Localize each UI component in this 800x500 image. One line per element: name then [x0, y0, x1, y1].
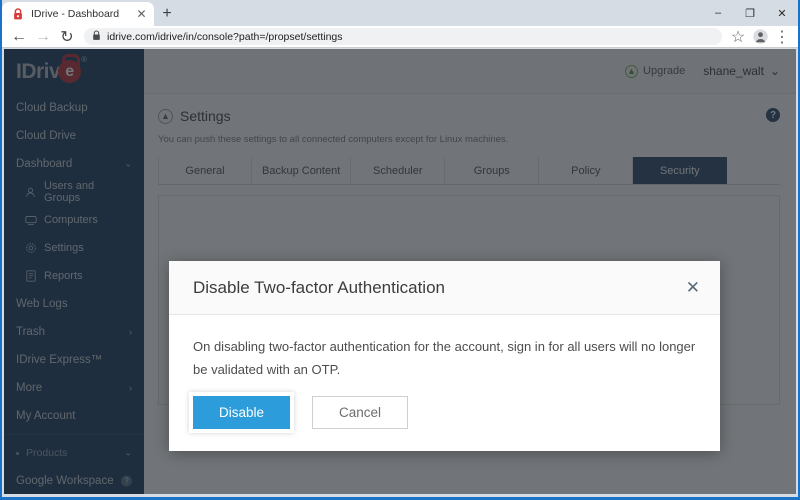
disable-2fa-modal: Disable Two-factor Authentication ✕ On d…: [169, 261, 720, 451]
modal-title: Disable Two-factor Authentication: [193, 277, 445, 297]
browser-tab-active[interactable]: IDrive - Dashboard ✕: [2, 2, 154, 26]
browser-tab-strip: IDrive - Dashboard ✕ + – ❐ ✕: [2, 0, 798, 26]
modal-message: On disabling two-factor authentication f…: [193, 339, 696, 377]
profile-icon[interactable]: [750, 27, 770, 47]
browser-window: IDrive - Dashboard ✕ + – ❐ ✕ ← → ↻ idriv…: [0, 0, 800, 500]
menu-kebab-icon[interactable]: ⋮: [772, 27, 792, 47]
site-lock-icon: [92, 28, 101, 46]
maximize-icon[interactable]: ❐: [734, 0, 766, 26]
minimize-icon[interactable]: –: [702, 0, 734, 26]
browser-toolbar: ← → ↻ idrive.com/idrive/in/console?path=…: [2, 26, 798, 48]
disable-button[interactable]: Disable: [193, 395, 291, 429]
back-icon[interactable]: ←: [8, 27, 30, 47]
close-icon[interactable]: ✕: [686, 279, 700, 296]
forward-icon[interactable]: →: [32, 27, 54, 47]
page-viewport: IDriv e ® Cloud Backup Cloud Drive Dashb…: [4, 49, 796, 494]
modal-actions: Disable Cancel: [169, 382, 720, 451]
close-icon[interactable]: ✕: [134, 7, 149, 22]
address-bar[interactable]: idrive.com/idrive/in/console?path=/props…: [84, 28, 722, 45]
url-text: idrive.com/idrive/in/console?path=/props…: [107, 30, 343, 43]
padlock-icon: [11, 7, 25, 21]
cancel-button[interactable]: Cancel: [312, 395, 409, 429]
disable-button-focus-ring: Disable: [193, 395, 291, 429]
new-tab-button[interactable]: +: [154, 2, 180, 26]
reload-icon[interactable]: ↻: [56, 27, 78, 47]
modal-header: Disable Two-factor Authentication ✕: [169, 261, 720, 315]
browser-tab-title: IDrive - Dashboard: [31, 8, 120, 20]
modal-body: On disabling two-factor authentication f…: [169, 315, 720, 382]
window-controls: – ❐ ✕: [702, 0, 798, 26]
bookmark-star-icon[interactable]: ☆: [728, 27, 748, 47]
window-close-icon[interactable]: ✕: [766, 0, 798, 26]
